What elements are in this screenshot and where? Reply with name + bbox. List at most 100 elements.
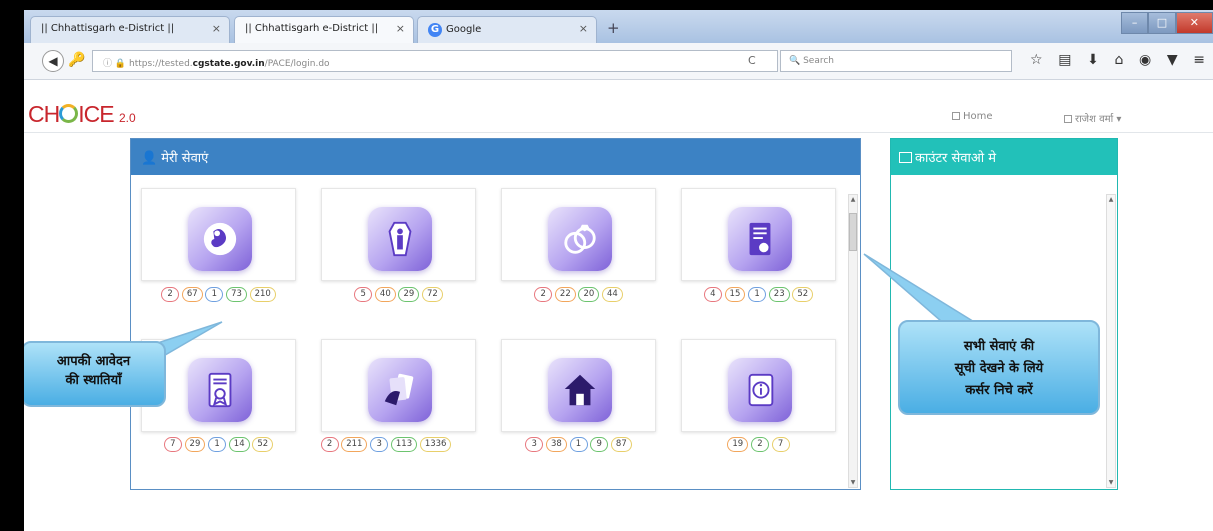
count-pill[interactable]: 210	[249, 287, 276, 302]
pocket-icon[interactable]: ▼	[1167, 52, 1178, 68]
tab-title: Google	[446, 24, 482, 35]
home-icon[interactable]: ⌂	[1114, 52, 1123, 68]
count-pill[interactable]: 3	[525, 437, 544, 452]
bookmarks-list-icon[interactable]: ▤	[1058, 52, 1071, 68]
my-services-panel: 👤 मेरी सेवाएं 2 67 1 73 210 5 40 29 72 2…	[130, 138, 861, 490]
service-tile-marriage[interactable]	[501, 188, 656, 281]
count-pill[interactable]: 67	[181, 287, 203, 302]
url-path: /PACE/login.do	[264, 59, 330, 69]
search-placeholder: Search	[803, 56, 835, 66]
close-tab-icon[interactable]: ×	[212, 22, 221, 35]
tab-google[interactable]: G Google ×	[417, 16, 597, 43]
service-tile-birth[interactable]	[141, 188, 296, 281]
tab-edistrict-1[interactable]: || Chhattisgarh e-District || ×	[30, 16, 230, 43]
scroll-down-icon[interactable]: ▼	[849, 479, 857, 486]
choice-logo[interactable]: CH ICE 2.0	[28, 101, 136, 128]
service-tile-cards[interactable]	[321, 339, 476, 432]
bookmark-star-icon[interactable]: ☆	[1030, 52, 1043, 68]
count-pill[interactable]: 23	[768, 287, 790, 302]
home-link[interactable]: Home	[952, 111, 993, 122]
scroll-up-icon[interactable]: ▲	[849, 196, 857, 203]
reload-icon[interactable]: C	[748, 54, 756, 67]
count-pill[interactable]: 44	[601, 287, 623, 302]
user-menu[interactable]: राजेश वर्मा ▾	[1064, 111, 1121, 125]
count-pill[interactable]: 73	[226, 287, 247, 302]
count-pill[interactable]: 40	[374, 287, 396, 302]
count-pill[interactable]: 9	[590, 437, 609, 452]
count-pill[interactable]: 20	[578, 287, 600, 302]
count-pill[interactable]: 4	[703, 287, 722, 302]
tab-title: || Chhattisgarh e-District ||	[41, 23, 175, 34]
counter-scrollbar[interactable]: ▲ ▼	[1106, 194, 1116, 488]
logo-version: 2.0	[118, 111, 136, 125]
scroll-up-icon[interactable]: ▲	[1107, 196, 1115, 203]
count-pill[interactable]: 1	[569, 437, 588, 452]
service-tile-info[interactable]	[681, 339, 836, 432]
key-icon[interactable]: 🔑	[68, 52, 85, 68]
info-book-icon	[728, 358, 792, 422]
count-pill[interactable]: 29	[398, 287, 420, 302]
user-name: राजेश वर्मा	[1075, 114, 1114, 125]
count-pill[interactable]: 7	[771, 437, 790, 452]
user-pin-icon: 👤	[141, 151, 158, 166]
tab-title: || Chhattisgarh e-District ||	[245, 23, 379, 34]
close-tab-icon[interactable]: ×	[579, 22, 588, 35]
count-pill[interactable]: 2	[161, 287, 180, 302]
count-pill[interactable]: 1336	[419, 437, 452, 452]
count-pill[interactable]: 5	[354, 287, 373, 302]
scroll-down-icon[interactable]: ▼	[1107, 479, 1115, 486]
download-icon[interactable]: ⬇	[1087, 52, 1099, 68]
back-icon[interactable]: ◀	[42, 50, 64, 72]
count-pill[interactable]: 1	[205, 287, 224, 302]
service-tile-death[interactable]	[321, 188, 476, 281]
my-services-header: 👤 मेरी सेवाएं	[131, 139, 860, 175]
count-pill[interactable]: 3	[370, 437, 389, 452]
address-bar[interactable]: ⓘ 🔒 https://tested.cgstate.gov.in/PACE/l…	[92, 50, 778, 72]
logo-text: CH	[28, 101, 60, 127]
count-pill[interactable]: 2	[320, 437, 339, 452]
baby-icon	[188, 207, 252, 271]
google-icon: G	[428, 23, 442, 37]
count-pill[interactable]: 2	[534, 287, 553, 302]
count-pill[interactable]: 19	[727, 437, 749, 452]
count-pill[interactable]: 38	[545, 437, 567, 452]
count-pill[interactable]: 113	[390, 437, 418, 452]
service-tile-certificate[interactable]	[681, 188, 836, 281]
count-pill[interactable]: 29	[184, 437, 206, 452]
count-pill[interactable]: 52	[252, 437, 274, 452]
services-scrollbar[interactable]: ▲ ▼	[848, 194, 858, 488]
count-pill[interactable]: 87	[610, 437, 632, 452]
scrollbar-thumb[interactable]	[849, 213, 857, 251]
service-tile-house[interactable]	[501, 339, 656, 432]
close-window-button[interactable]: ✕	[1175, 12, 1213, 34]
status-counts: 7 29 1 14 52	[131, 436, 306, 453]
count-pill[interactable]: 211	[341, 437, 368, 452]
close-tab-icon[interactable]: ×	[396, 22, 405, 35]
count-pill[interactable]: 7	[163, 437, 182, 452]
callout-text: सभी सेवाएं की	[963, 339, 1035, 354]
count-pill[interactable]: 22	[554, 287, 576, 302]
navigation-bar: ◀ 🔑 ⓘ 🔒 https://tested.cgstate.gov.in/PA…	[24, 43, 1213, 80]
info-icon[interactable]: ⓘ	[103, 59, 112, 69]
search-box[interactable]: 🔍 Search	[780, 50, 1012, 72]
count-pill[interactable]: 14	[228, 437, 250, 452]
counter-icon	[899, 152, 912, 163]
home-label: Home	[963, 111, 993, 122]
minimize-button[interactable]: –	[1121, 12, 1149, 34]
window-controls: – □ ✕	[1121, 12, 1213, 34]
count-pill[interactable]: 52	[792, 287, 814, 302]
count-pill[interactable]: 1	[208, 437, 227, 452]
logo-text: ICE	[78, 101, 114, 127]
count-pill[interactable]: 2	[750, 437, 769, 452]
new-tab-button[interactable]: +	[607, 19, 620, 37]
count-pill[interactable]: 1	[748, 287, 767, 302]
tab-edistrict-2[interactable]: || Chhattisgarh e-District || ×	[234, 16, 414, 43]
callout-text: सूची देखने के लिये	[954, 361, 1044, 376]
app-header: CH ICE 2.0 Home राजेश वर्मा ▾	[24, 81, 1213, 133]
maximize-button[interactable]: □	[1148, 12, 1176, 34]
counter-services-panel: काउंटर सेवाओ मे ▲ ▼	[890, 138, 1118, 490]
count-pill[interactable]: 72	[421, 287, 443, 302]
count-pill[interactable]: 15	[724, 287, 746, 302]
menu-icon[interactable]: ≡	[1193, 52, 1205, 68]
sync-icon[interactable]: ◉	[1139, 52, 1151, 68]
